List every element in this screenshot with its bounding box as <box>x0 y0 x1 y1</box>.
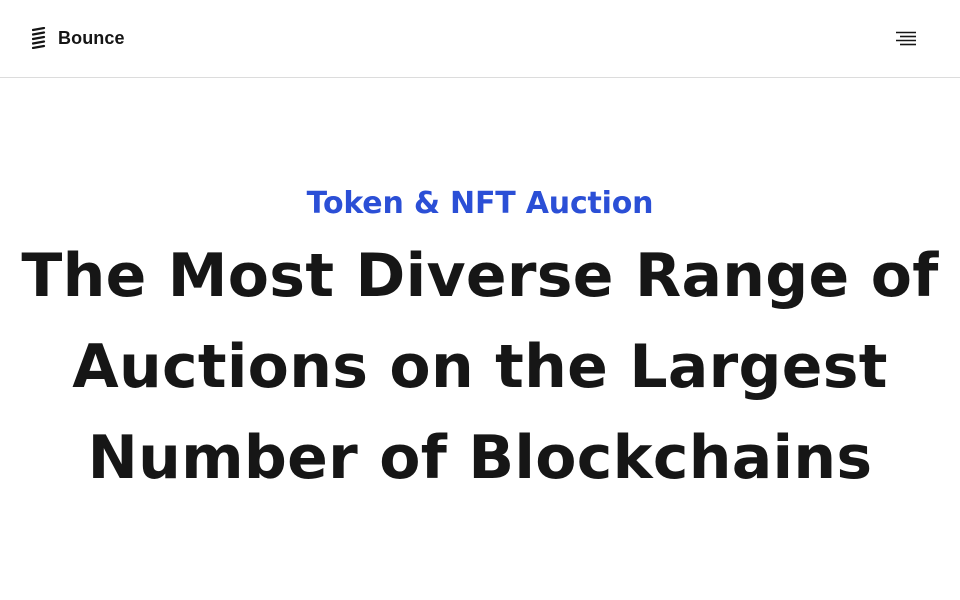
hero-eyebrow: Token & NFT Auction <box>306 186 654 221</box>
brand-name: Bounce <box>58 28 125 48</box>
brand-home-link[interactable]: Bounce <box>32 27 125 49</box>
headline-line: Number of Blockchains <box>87 423 873 493</box>
hero-headline: The Most Diverse Range of Auctions on th… <box>0 231 960 504</box>
menu-button[interactable] <box>892 26 920 52</box>
headline-line: Auctions on the Largest <box>72 332 888 402</box>
hamburger-menu-icon <box>896 31 916 46</box>
site-header: Bounce <box>0 0 960 78</box>
bounce-logo-icon <box>32 27 46 49</box>
hero-section: Token & NFT Auction The Most Diverse Ran… <box>0 78 960 600</box>
headline-line: The Most Diverse Range of <box>21 241 939 311</box>
